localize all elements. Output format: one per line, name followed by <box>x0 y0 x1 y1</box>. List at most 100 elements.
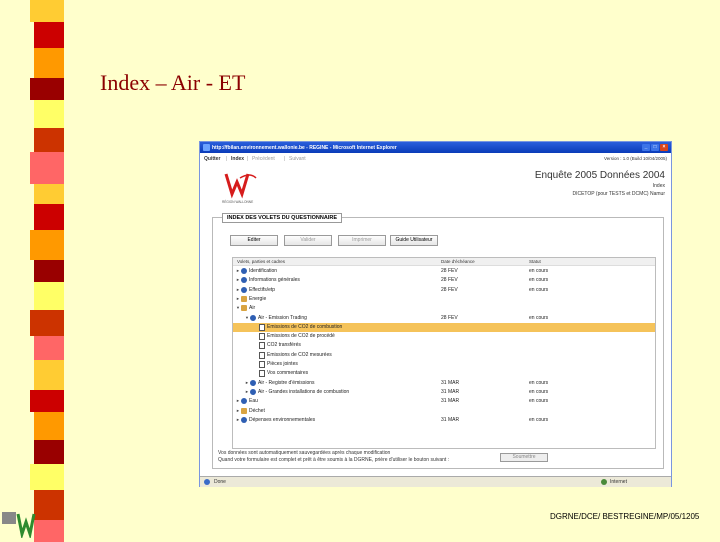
footer-reference: DGRNE/DCE/ BESTREGINE/MP/05/1205 <box>550 512 700 521</box>
page-header: RÉGION WALLONNE Enquête 2005 Données 200… <box>200 164 671 208</box>
stripe-block <box>34 184 64 204</box>
folder-icon <box>241 295 247 302</box>
collapse-arrow-icon[interactable]: ▼ <box>236 306 240 310</box>
collapse-arrow-icon[interactable]: ▼ <box>245 315 249 319</box>
globe-icon <box>250 388 256 395</box>
expand-arrow-icon[interactable]: ► <box>236 278 240 282</box>
row-label: Air - Grandes installations de combustio… <box>258 388 350 395</box>
tree-row[interactable]: ► Identification 28 FEV en cours <box>233 267 655 276</box>
stripe-block <box>30 310 64 336</box>
menu-index[interactable]: Index <box>231 156 244 162</box>
tree-row[interactable]: ▼ Air - Emission Trading 28 FEV en cours <box>233 314 655 323</box>
minimize-button[interactable]: _ <box>642 144 650 151</box>
stripe-block <box>34 412 64 440</box>
row-date: 31 MAR <box>441 388 460 395</box>
globe-icon <box>241 286 247 293</box>
app-menubar: Quitter | Index | Précédent | Suivant Ve… <box>204 156 667 162</box>
folder-icon <box>241 407 247 414</box>
logo-caption: RÉGION WALLONNE <box>222 199 253 204</box>
stripe-block <box>34 520 64 542</box>
expand-arrow-icon[interactable]: ► <box>236 296 240 300</box>
close-button[interactable]: × <box>660 144 668 151</box>
region-wallonne-logo: RÉGION WALLONNE <box>222 173 257 204</box>
stripe-block <box>30 78 64 100</box>
tree-row[interactable]: Emissions de CO2 de procédé <box>233 332 655 341</box>
row-status: en cours <box>529 379 549 386</box>
folder-icon <box>241 305 247 312</box>
row-label: Air - Emission Trading <box>258 314 307 321</box>
expand-arrow-icon[interactable]: ► <box>236 399 240 403</box>
stripe-block <box>34 490 64 520</box>
stripe-block <box>30 0 64 22</box>
expand-arrow-icon[interactable]: ► <box>236 417 240 421</box>
row-date: 28 FEV <box>441 314 458 321</box>
expand-arrow-icon[interactable]: ► <box>245 389 249 393</box>
tree-row[interactable]: ► Air - Registre d'émissions 31 MAR en cour… <box>233 379 655 388</box>
tree-row[interactable]: ► Effectifs/etp 28 FEV en cours <box>233 286 655 295</box>
row-label: Emissions de CO2 de combustion <box>267 323 343 330</box>
stripe-block <box>34 100 64 128</box>
expand-arrow-icon[interactable]: ► <box>236 287 240 291</box>
tree-row[interactable]: ▼ Air <box>233 304 655 313</box>
menu-quit[interactable]: Quitter <box>204 156 220 162</box>
row-label: Air - Registre d'émissions <box>258 379 315 386</box>
expand-arrow-icon[interactable]: ► <box>236 408 240 412</box>
row-label: Emissions de CO2 de procédé <box>267 333 335 340</box>
globe-icon <box>241 268 247 274</box>
stripe-block <box>30 464 64 490</box>
questionnaire-tree: Volets, parties et cadres Date d'échéanc… <box>232 257 656 449</box>
edit-button[interactable]: Editer <box>230 235 278 246</box>
internet-zone-icon <box>601 479 607 485</box>
globe-icon <box>250 379 256 386</box>
stripe-block <box>34 128 64 152</box>
corner-logo <box>2 512 36 538</box>
row-status: en cours <box>529 416 549 423</box>
globe-icon <box>250 314 256 321</box>
row-label: Emissions de CO2 mesurées <box>267 351 332 358</box>
stripe-block <box>34 48 64 78</box>
tree-row[interactable]: ► Air - Grandes installations de combusti… <box>233 388 655 397</box>
row-date: 31 MAR <box>441 398 460 405</box>
print-button[interactable]: Imprimer <box>338 235 386 246</box>
submit-info: Quand votre formulaire est complet et pr… <box>218 457 450 463</box>
stripe-block <box>30 152 64 184</box>
tree-row[interactable]: Vos commentaires <box>233 369 655 378</box>
tree-row[interactable]: ► Dépenses environnementales 31 MAR en cour… <box>233 416 655 425</box>
browser-window: http://fbilan.environnement.wallonie.be … <box>199 141 672 487</box>
row-label: Dépenses environnementales <box>249 416 316 423</box>
submit-button[interactable]: Soumettre <box>500 453 548 462</box>
column-name-header: Volets, parties et cadres <box>237 259 286 264</box>
tree-row[interactable]: Pièces jointes <box>233 360 655 369</box>
page-icon <box>259 342 265 350</box>
tree-row[interactable]: Emissions de CO2 mesurées <box>233 351 655 360</box>
row-date: 31 MAR <box>441 416 460 423</box>
user-guide-button[interactable]: Guide Utilisateur <box>390 235 438 246</box>
row-status: en cours <box>529 388 549 395</box>
stripe-block <box>30 390 64 412</box>
row-status: en cours <box>529 268 549 274</box>
row-status: en cours <box>529 398 549 405</box>
stripe-block <box>34 260 64 282</box>
tree-row[interactable]: ► Eau 31 MAR en cours <box>233 397 655 406</box>
tree-row[interactable]: CO2 transférés <box>233 341 655 350</box>
tree-row[interactable]: ► Déchet <box>233 407 655 416</box>
maximize-button[interactable]: □ <box>651 144 659 151</box>
expand-arrow-icon[interactable]: ► <box>236 269 240 273</box>
row-label: Identification <box>249 268 278 274</box>
page-icon <box>259 351 265 359</box>
tree-row[interactable]: Emissions de CO2 de combustion <box>233 322 655 332</box>
menu-next[interactable]: Suivant <box>289 156 306 162</box>
tree-row[interactable]: ► Energie <box>233 295 655 304</box>
row-label: Air <box>249 305 256 312</box>
page-icon <box>259 323 265 331</box>
page-icon <box>259 333 265 341</box>
menu-previous[interactable]: Précédent <box>252 156 275 162</box>
column-status-header: Statut <box>529 259 541 264</box>
window-titlebar: http://fbilan.environnement.wallonie.be … <box>200 142 671 153</box>
column-date-header: Date d'échéance <box>441 259 475 264</box>
expand-arrow-icon[interactable]: ► <box>245 380 249 384</box>
stripe-block <box>34 336 64 360</box>
tree-row[interactable]: ► Informations générales 28 FEV en cours <box>233 276 655 285</box>
validate-button[interactable]: Valider <box>284 235 332 246</box>
decorative-stripe <box>0 0 64 542</box>
